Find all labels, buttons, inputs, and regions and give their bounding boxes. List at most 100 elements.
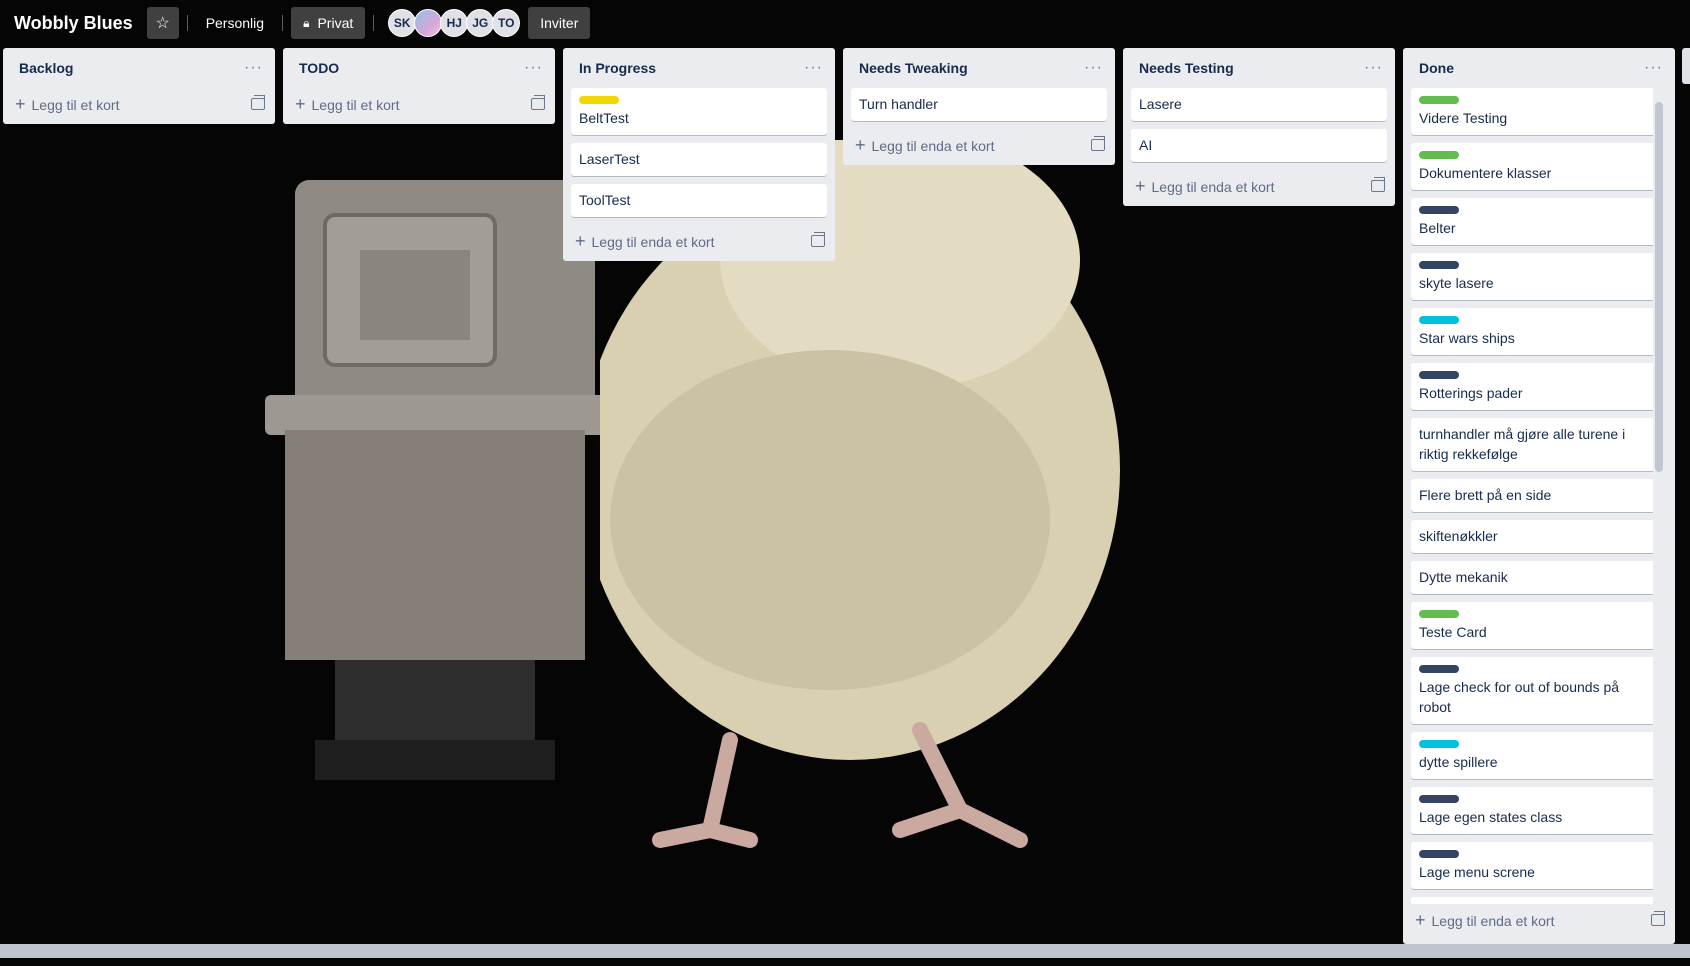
plus-icon: + <box>1415 909 1426 930</box>
card-title: Dokumentere klasser <box>1419 165 1552 181</box>
more-icon[interactable]: ··· <box>804 59 823 77</box>
card-label-sky[interactable] <box>1419 316 1459 324</box>
card-label-navy[interactable] <box>1419 850 1459 858</box>
template-icon[interactable] <box>811 232 825 247</box>
board-title[interactable]: Wobbly Blues <box>14 13 133 34</box>
add-card-label: Legg til et kort <box>311 96 400 113</box>
card-title: Flere brett på en side <box>1419 487 1552 503</box>
template-icon[interactable] <box>1371 177 1385 192</box>
more-icon[interactable]: ··· <box>1644 59 1663 77</box>
add-card-button[interactable]: + Legg til enda et kort <box>1403 904 1675 936</box>
card[interactable]: Lage egen states class <box>1411 787 1655 834</box>
member-avatar[interactable]: TO <box>492 9 521 37</box>
list-title[interactable]: TODO <box>299 60 339 76</box>
more-icon[interactable]: ··· <box>244 59 263 77</box>
card-title: skiftenøkkler <box>1419 528 1498 544</box>
scrollbar-thumb[interactable] <box>1655 102 1663 472</box>
more-icon[interactable]: ··· <box>1364 59 1383 77</box>
card-title: Lage menu screne <box>1419 864 1535 880</box>
card[interactable]: Lage menu screne <box>1411 842 1655 889</box>
list-title[interactable]: Done <box>1419 60 1454 76</box>
card-title: dytte spillere <box>1419 754 1498 770</box>
card-label-navy[interactable] <box>1419 206 1459 214</box>
list-title[interactable]: Backlog <box>19 60 73 76</box>
card-title: Rotterings pader <box>1419 385 1523 401</box>
card-label-navy[interactable] <box>1419 371 1459 379</box>
header-divider <box>282 15 284 31</box>
board-header: Wobbly Blues ☆ Personlig 🔒︎ Privat SK HJ… <box>0 0 1690 46</box>
card[interactable]: skyte lasere <box>1411 253 1655 300</box>
card[interactable]: AI <box>1131 129 1387 162</box>
add-card-button[interactable]: + Legg til enda et kort <box>843 129 1115 161</box>
member-avatar[interactable]: SK <box>388 9 417 37</box>
card-label-navy[interactable] <box>1419 665 1459 673</box>
invite-button[interactable]: Inviter <box>528 7 591 39</box>
card[interactable]: Turn handler <box>851 88 1107 121</box>
card[interactable]: Rotterings pader <box>1411 363 1655 410</box>
card-title: Belter <box>1419 220 1456 236</box>
template-icon[interactable] <box>1091 136 1105 151</box>
card-label-navy[interactable] <box>1419 261 1459 269</box>
add-card-button[interactable]: + Legg til enda et kort <box>563 225 835 257</box>
card-label-yellow[interactable] <box>579 96 619 104</box>
card[interactable]: Flere brett på en side <box>1411 479 1655 512</box>
list-done: Done ··· Videre Testing Dokumentere klass… <box>1403 48 1675 944</box>
card[interactable]: turnhandler må gjøre alle turene i rikti… <box>1411 418 1655 471</box>
card[interactable]: Lasere <box>1131 88 1387 121</box>
add-card-button[interactable]: + Legg til et kort <box>3 88 275 120</box>
droid-figure <box>265 180 605 780</box>
done-card-scroll-area[interactable]: Videre Testing Dokumentere klasser Belter s… <box>1403 88 1675 904</box>
list-in-progress: In Progress ··· BeltTest LaserTest ToolT… <box>563 48 835 261</box>
card-title: Lage egen states class <box>1419 809 1563 825</box>
list-needs-testing: Needs Testing ··· Lasere AI + Legg til en… <box>1123 48 1395 206</box>
card[interactable]: Lage check for out of bounds på robot <box>1411 657 1655 724</box>
card[interactable]: Star wars ships <box>1411 308 1655 355</box>
add-card-button[interactable]: + Legg til et kort <box>283 88 555 120</box>
template-icon[interactable] <box>531 95 545 110</box>
card[interactable]: Dytte mekanik <box>1411 561 1655 594</box>
template-icon[interactable] <box>251 95 265 110</box>
card-title: Star wars ships <box>1419 330 1515 346</box>
card[interactable]: Robots start on start position <box>1411 897 1655 904</box>
add-card-label: Legg til enda et kort <box>871 137 995 154</box>
card[interactable]: skiftenøkkler <box>1411 520 1655 553</box>
card[interactable]: BeltTest <box>571 88 827 135</box>
add-card-label: Legg til enda et kort <box>1151 178 1275 195</box>
list-title[interactable]: Needs Testing <box>1139 60 1234 76</box>
visibility-button[interactable]: 🔒︎ Privat <box>291 7 366 39</box>
card-label-navy[interactable] <box>1419 795 1459 803</box>
team-button[interactable]: Personlig <box>196 15 274 31</box>
card-label-green[interactable] <box>1419 151 1459 159</box>
more-icon[interactable]: ··· <box>524 59 543 77</box>
visibility-label: Privat <box>317 15 354 31</box>
star-button[interactable]: ☆ <box>146 7 179 39</box>
template-icon[interactable] <box>1651 911 1665 926</box>
card-title: skyte lasere <box>1419 275 1494 291</box>
member-avatar[interactable]: HJ <box>440 9 469 37</box>
card-title: Turn handler <box>859 96 938 112</box>
card-label-green[interactable] <box>1419 96 1459 104</box>
card-label-sky[interactable] <box>1419 740 1459 748</box>
board-horizontal-scrollbar[interactable] <box>0 944 1690 958</box>
member-avatar[interactable]: JG <box>466 9 495 37</box>
done-list-scrollbar[interactable] <box>1653 88 1665 908</box>
card-label-green[interactable] <box>1419 610 1459 618</box>
card-title: Teste Card <box>1419 624 1487 640</box>
card-title: LaserTest <box>579 151 640 167</box>
list-title[interactable]: Needs Tweaking <box>859 60 968 76</box>
card[interactable]: Belter <box>1411 198 1655 245</box>
card[interactable]: Dokumentere klasser <box>1411 143 1655 190</box>
card[interactable]: Teste Card <box>1411 602 1655 649</box>
next-list-edge[interactable] <box>1682 48 1690 84</box>
lock-icon: 🔒︎ <box>303 15 310 30</box>
card-title: AI <box>1139 137 1153 153</box>
card[interactable]: dytte spillere <box>1411 732 1655 779</box>
list-backlog: Backlog ··· + Legg til et kort <box>3 48 275 124</box>
card[interactable]: ToolTest <box>571 184 827 217</box>
member-avatar[interactable] <box>414 9 443 37</box>
card[interactable]: Videre Testing <box>1411 88 1655 135</box>
add-card-button[interactable]: + Legg til enda et kort <box>1123 170 1395 202</box>
card[interactable]: LaserTest <box>571 143 827 176</box>
list-title[interactable]: In Progress <box>579 60 656 76</box>
more-icon[interactable]: ··· <box>1084 59 1103 77</box>
